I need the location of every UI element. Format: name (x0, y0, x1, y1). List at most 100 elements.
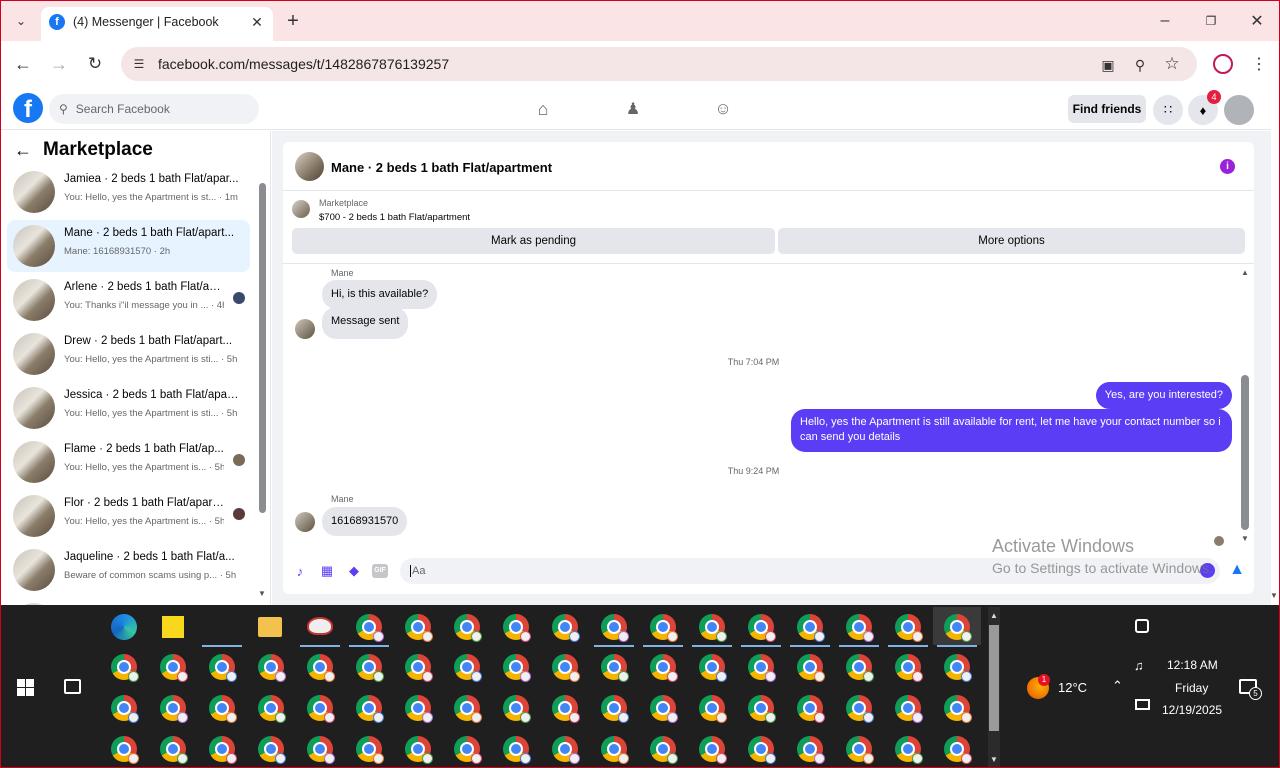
chrome-icon[interactable] (699, 736, 727, 764)
scroll-down-arrow-icon[interactable]: ▼ (258, 589, 266, 598)
chrome-icon[interactable] (601, 654, 629, 682)
message-outgoing[interactable]: Hello, yes the Apartment is still availa… (791, 409, 1232, 452)
chrome-icon[interactable] (258, 695, 286, 723)
chat-scrollbar-thumb[interactable] (1241, 375, 1249, 530)
conversation-drew[interactable]: Drew · 2 beds 1 bath Flat/apart... You: … (7, 328, 250, 380)
chrome-icon[interactable] (356, 695, 384, 723)
chrome-icon[interactable] (111, 654, 139, 682)
chrome-icon[interactable] (307, 736, 335, 764)
mark-as-pending-button[interactable]: Mark as pending (292, 228, 775, 254)
chrome-icon[interactable] (356, 654, 384, 682)
chrome-icon[interactable] (895, 614, 923, 642)
install-app-icon[interactable]: ▣ (1097, 54, 1119, 76)
chrome-icon[interactable] (552, 695, 580, 723)
browser-menu-icon[interactable]: ⋮ (1249, 52, 1269, 76)
weather-temperature[interactable]: 12°C (1058, 680, 1087, 695)
taskbar-overflow-scrollbar[interactable]: ▲ ▼ (988, 607, 1000, 767)
chrome-icon[interactable] (258, 654, 286, 682)
close-window-icon[interactable]: ✕ (1245, 9, 1269, 33)
reload-icon[interactable]: ↻ (83, 52, 107, 76)
friends-icon[interactable]: ♟ (621, 97, 645, 121)
chrome-icon[interactable] (650, 695, 678, 723)
zoom-icon[interactable]: ⚲ (1129, 54, 1151, 76)
message-incoming[interactable]: Hi, is this available? (322, 280, 438, 309)
chrome-icon[interactable] (552, 654, 580, 682)
chrome-icon[interactable] (209, 654, 237, 682)
groups-icon[interactable]: ☺ (711, 97, 735, 121)
back-icon[interactable]: ← (11, 52, 35, 76)
chrome-icon[interactable] (356, 614, 384, 642)
chrome-icon[interactable] (160, 736, 188, 764)
chrome-icon[interactable] (258, 736, 286, 764)
clock-day[interactable]: Friday (1175, 681, 1208, 695)
profile-icon[interactable] (1213, 54, 1233, 74)
chrome-icon[interactable] (454, 736, 482, 764)
chrome-icon[interactable] (160, 654, 188, 682)
message-outgoing[interactable]: Yes, are you interested? (1095, 382, 1232, 409)
sticky-notes-icon[interactable] (162, 616, 184, 638)
conversation-mane[interactable]: Mane · 2 beds 1 bath Flat/apart... Mane:… (7, 220, 250, 272)
chrome-icon[interactable] (650, 614, 678, 642)
chrome-icon[interactable] (209, 736, 237, 764)
new-tab-icon[interactable]: + (283, 9, 303, 33)
chrome-icon[interactable] (699, 614, 727, 642)
info-icon[interactable]: i (1220, 159, 1235, 174)
chrome-icon[interactable] (503, 736, 531, 764)
chat-avatar[interactable] (295, 152, 324, 181)
chrome-icon[interactable] (503, 654, 531, 682)
scroll-up-arrow-icon[interactable]: ▲ (990, 611, 998, 620)
chrome-icon[interactable] (601, 695, 629, 723)
chrome-icon[interactable] (454, 695, 482, 723)
gif-icon[interactable]: GIF (372, 564, 388, 578)
conversation-partial[interactable] (7, 598, 250, 605)
menu-grid-icon[interactable]: ∷ (1153, 95, 1183, 125)
chrome-icon[interactable] (650, 654, 678, 682)
microphone-icon[interactable]: ♪ (291, 562, 309, 580)
scroll-down-arrow-icon[interactable]: ▼ (990, 755, 998, 764)
message-incoming[interactable]: Message sent (322, 307, 409, 339)
app-icon[interactable] (307, 617, 333, 635)
chrome-icon[interactable] (650, 736, 678, 764)
chrome-icon[interactable] (748, 614, 776, 642)
find-friends-button[interactable]: Find friends (1068, 95, 1146, 123)
facebook-logo-icon[interactable]: f (13, 93, 43, 123)
clock-time[interactable]: 12:18 AM (1167, 658, 1218, 672)
tab-search-chevron-icon[interactable]: ⌄ (9, 9, 33, 33)
edge-icon[interactable] (111, 614, 137, 640)
chrome-icon[interactable] (895, 695, 923, 723)
task-view-icon[interactable] (64, 679, 81, 694)
scroll-up-arrow-icon[interactable]: ▲ (1241, 268, 1249, 277)
chrome-icon[interactable] (895, 654, 923, 682)
chrome-icon[interactable] (846, 736, 874, 764)
chrome-icon[interactable] (699, 654, 727, 682)
chrome-icon[interactable] (895, 736, 923, 764)
conversation-jaqueline[interactable]: Jaqueline · 2 beds 1 bath Flat/a... Bewa… (7, 544, 250, 596)
listing-title[interactable]: $700 - 2 beds 1 bath Flat/apartment (319, 212, 470, 223)
sticker-icon[interactable]: ◆ (345, 562, 363, 580)
chrome-icon[interactable] (209, 695, 237, 723)
show-hidden-icons-icon[interactable]: ⌃ (1112, 678, 1123, 694)
message-incoming[interactable]: 16168931570 (322, 507, 408, 536)
chrome-icon[interactable] (797, 654, 825, 682)
bookmark-star-icon[interactable]: ☆ (1161, 53, 1183, 75)
chrome-icon[interactable] (111, 736, 139, 764)
chrome-icon[interactable] (748, 654, 776, 682)
chrome-icon[interactable] (944, 614, 972, 642)
chrome-icon[interactable] (797, 736, 825, 764)
network-icon[interactable] (1135, 699, 1150, 710)
chrome-icon[interactable] (748, 695, 776, 723)
page-scroll-down-icon[interactable]: ▼ (1270, 591, 1278, 600)
more-options-button[interactable]: More options (778, 228, 1245, 254)
thumbs-up-icon[interactable]: ▲ (1227, 560, 1247, 580)
chrome-icon[interactable] (111, 695, 139, 723)
chrome-icon[interactable] (601, 614, 629, 642)
chrome-icon[interactable] (748, 736, 776, 764)
chrome-icon[interactable] (601, 736, 629, 764)
chrome-icon[interactable] (503, 614, 531, 642)
conversation-jamiea[interactable]: Jamiea · 2 beds 1 bath Flat/apar... You:… (7, 166, 250, 218)
restore-icon[interactable]: ❐ (1199, 9, 1223, 33)
chrome-icon[interactable] (846, 614, 874, 642)
scroll-down-arrow-icon[interactable]: ▼ (1241, 534, 1249, 543)
sidebar-scrollbar-thumb[interactable] (259, 183, 266, 513)
site-info-icon[interactable]: ☰ (129, 54, 149, 74)
